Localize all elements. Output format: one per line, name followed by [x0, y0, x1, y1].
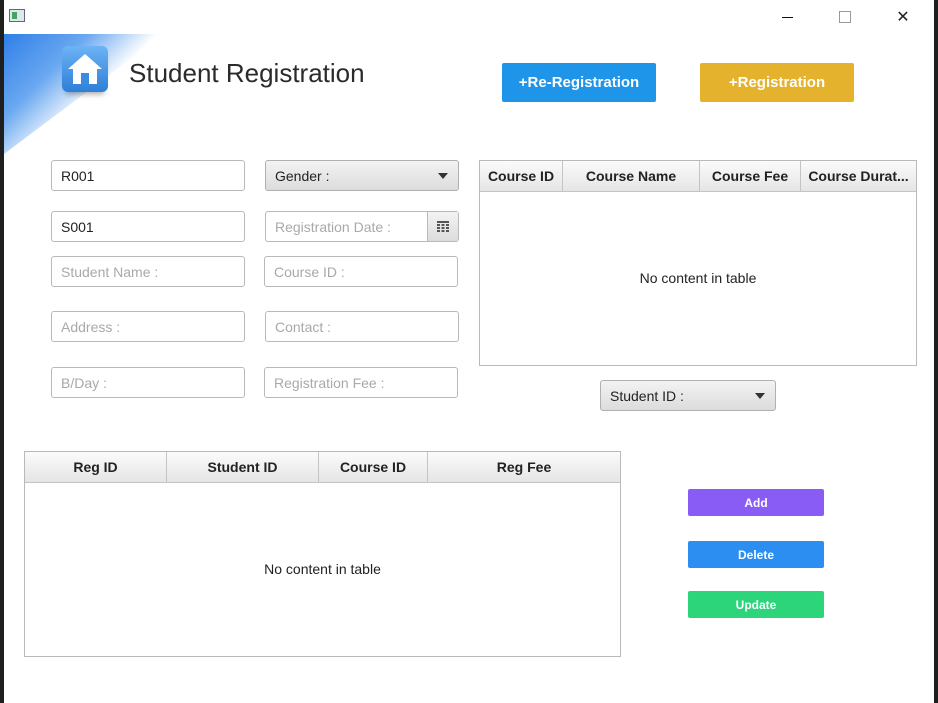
birthday-input[interactable]: B/Day : [51, 367, 245, 398]
registration-table-empty-message: No content in table [264, 561, 381, 577]
app-icon [9, 9, 25, 22]
registration-date-picker[interactable]: Registration Date : [265, 211, 459, 242]
registration-date-placeholder: Registration Date : [275, 218, 391, 235]
gender-select[interactable]: Gender : [265, 160, 459, 191]
contact-input[interactable]: Contact : [265, 311, 459, 342]
student-id-select[interactable]: Student ID : [600, 380, 776, 411]
registration-button[interactable]: +Registration [700, 63, 854, 102]
add-button[interactable]: Add [688, 489, 824, 516]
registration-id-field[interactable]: R001 [51, 160, 245, 191]
maximize-button[interactable] [822, 4, 868, 30]
registration-fee-input[interactable]: Registration Fee : [264, 367, 458, 398]
home-icon [62, 46, 108, 92]
calendar-icon [437, 221, 449, 232]
title-bar: ✕ [4, 0, 934, 34]
course-table-empty-message: No content in table [639, 270, 757, 286]
address-input[interactable]: Address : [51, 311, 245, 342]
chevron-down-icon [755, 393, 765, 399]
column-header-course-name[interactable]: Course Name [563, 161, 700, 191]
update-button[interactable]: Update [688, 591, 824, 618]
delete-button[interactable]: Delete [688, 541, 824, 568]
course-table[interactable]: Course ID Course Name Course Fee Course … [479, 160, 917, 366]
app-window: ✕ Student Registration +Re-Registration … [4, 0, 934, 703]
minimize-icon [781, 16, 793, 18]
calendar-button[interactable] [427, 212, 458, 241]
student-name-input[interactable]: Student Name : [51, 256, 245, 287]
course-id-input[interactable]: Course ID : [264, 256, 458, 287]
student-id-select-label: Student ID : [610, 387, 684, 404]
course-table-header: Course ID Course Name Course Fee Course … [480, 161, 916, 192]
gender-select-label: Gender : [275, 167, 330, 184]
column-header-course-id[interactable]: Course ID [480, 161, 563, 191]
column-header-reg-id[interactable]: Reg ID [25, 452, 167, 482]
re-registration-button[interactable]: +Re-Registration [502, 63, 656, 102]
student-id-field[interactable]: S001 [51, 211, 245, 242]
column-header-course-id[interactable]: Course ID [319, 452, 428, 482]
registration-table[interactable]: Reg ID Student ID Course ID Reg Fee No c… [24, 451, 621, 657]
close-icon: ✕ [896, 9, 910, 26]
column-header-course-fee[interactable]: Course Fee [700, 161, 801, 191]
column-header-reg-fee[interactable]: Reg Fee [428, 452, 620, 482]
column-header-student-id[interactable]: Student ID [167, 452, 319, 482]
registration-table-header: Reg ID Student ID Course ID Reg Fee [25, 452, 620, 483]
minimize-button[interactable] [764, 4, 810, 30]
close-button[interactable]: ✕ [880, 4, 926, 30]
page-title: Student Registration [129, 58, 365, 88]
maximize-icon [839, 11, 851, 23]
chevron-down-icon [438, 173, 448, 179]
column-header-course-duration[interactable]: Course Durat... [801, 161, 916, 191]
